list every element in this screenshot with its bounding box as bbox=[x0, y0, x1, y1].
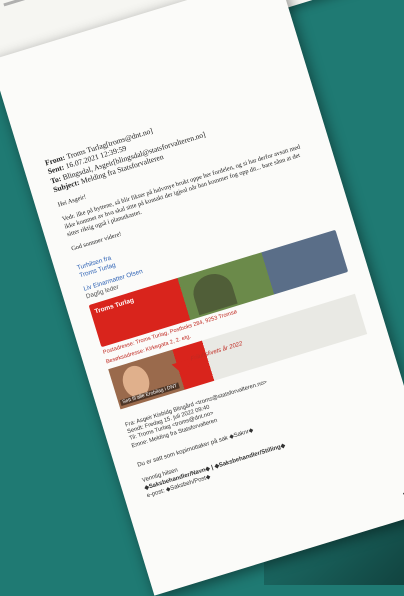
front-document-page: From: Troms Turlag[troms@dnt.no] Sent: 1… bbox=[0, 0, 404, 596]
banner-logo-text: Troms Turlag bbox=[93, 296, 135, 316]
promo-caption: Friluftslivets år 2022 bbox=[190, 340, 244, 363]
people-photo bbox=[188, 268, 238, 315]
